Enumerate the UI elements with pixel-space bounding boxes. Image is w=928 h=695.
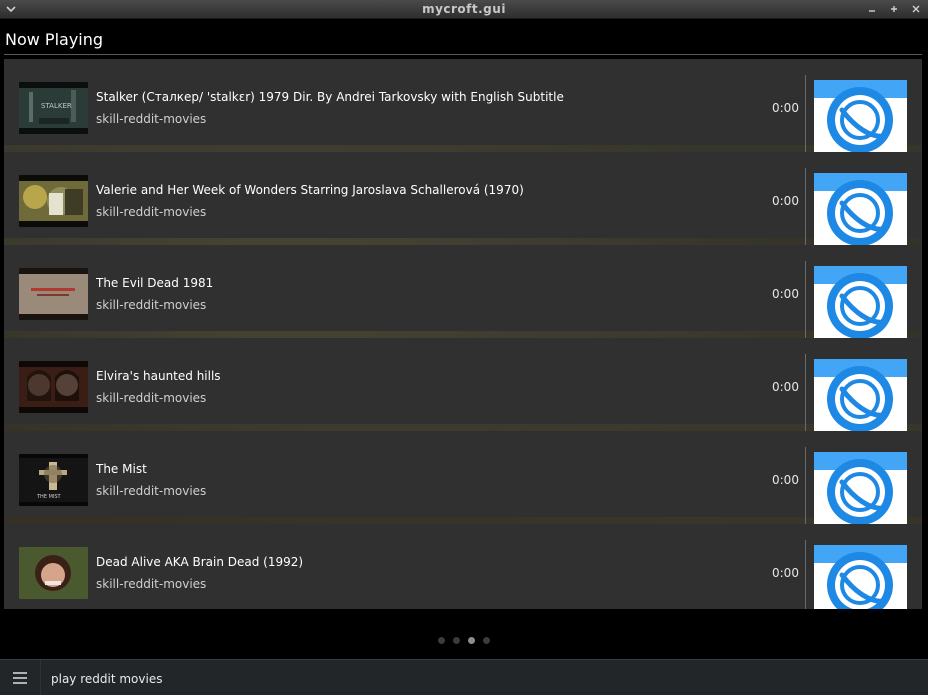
movie-thumbnail: STALKER <box>19 82 88 134</box>
playlist-item[interactable]: The Evil Dead 1981 skill-reddit-movies 0… <box>4 245 922 341</box>
movie-title: Elvira's haunted hills <box>96 369 221 383</box>
maximize-icon[interactable] <box>886 2 902 16</box>
movie-source: skill-reddit-movies <box>96 298 207 312</box>
reddit-planet-icon <box>814 266 907 338</box>
movie-thumbnail: THE MIST <box>19 454 88 506</box>
thumbnail-caption: STALKER <box>41 102 72 110</box>
movie-source: skill-reddit-movies <box>96 391 207 405</box>
hamburger-icon[interactable] <box>0 660 40 695</box>
page-title: Now Playing <box>5 30 104 49</box>
row-divider <box>805 75 806 155</box>
movie-title: The Mist <box>96 462 147 476</box>
row-divider <box>805 168 806 248</box>
movie-title: Valerie and Her Week of Wonders Starring… <box>96 183 524 197</box>
movie-duration: 0:00 <box>772 194 799 208</box>
movie-source: skill-reddit-movies <box>96 205 207 219</box>
movie-title: Dead Alive AKA Brain Dead (1992) <box>96 555 304 569</box>
page-indicator[interactable] <box>438 637 490 644</box>
movie-thumbnail <box>19 547 88 599</box>
movie-title: Stalker (Сталкер/ 'stalkɛr) 1979 Dir. By… <box>96 90 564 104</box>
playlist-item[interactable]: THE MIST The Mist skill-reddit-movies 0:… <box>4 431 922 527</box>
reddit-planet-icon <box>814 545 907 609</box>
row-divider <box>805 354 806 434</box>
header-divider <box>4 54 922 55</box>
movie-source: skill-reddit-movies <box>96 484 207 498</box>
page-dot-active[interactable] <box>468 637 475 644</box>
movie-thumbnail <box>19 268 88 320</box>
thumbnail-caption: THE MIST <box>36 494 62 500</box>
playlist-item[interactable]: Dead Alive AKA Brain Dead (1992) skill-r… <box>4 524 922 609</box>
reddit-planet-icon <box>814 452 907 524</box>
window-titlebar: mycroft.gui <box>0 0 928 19</box>
movie-duration: 0:00 <box>772 473 799 487</box>
movie-source: skill-reddit-movies <box>96 112 207 126</box>
close-icon[interactable] <box>908 2 924 16</box>
window-title: mycroft.gui <box>422 2 506 16</box>
movie-duration: 0:00 <box>772 380 799 394</box>
playlist-item[interactable]: STALKER Stalker (Сталкер/ 'stalkɛr) 1979… <box>4 59 922 155</box>
movie-source: skill-reddit-movies <box>96 577 207 591</box>
page-dot[interactable] <box>438 637 445 644</box>
movie-duration: 0:00 <box>772 287 799 301</box>
bottom-bar: play reddit movies <box>0 659 928 695</box>
page-dot[interactable] <box>453 637 460 644</box>
reddit-planet-icon <box>814 359 907 431</box>
reddit-planet-icon <box>814 173 907 245</box>
row-divider <box>805 261 806 341</box>
movie-thumbnail <box>19 175 88 227</box>
playlist-item[interactable]: Elvira's haunted hills skill-reddit-movi… <box>4 338 922 434</box>
now-playing-header: Now Playing <box>0 20 928 56</box>
bottom-bar-separator <box>40 660 41 695</box>
last-utterance: play reddit movies <box>51 672 163 686</box>
minimize-icon[interactable] <box>864 2 880 16</box>
reddit-planet-icon <box>814 80 907 152</box>
movie-duration: 0:00 <box>772 101 799 115</box>
movie-title: The Evil Dead 1981 <box>96 276 214 290</box>
row-divider <box>805 540 806 609</box>
row-divider <box>805 447 806 527</box>
playlist-item[interactable]: Valerie and Her Week of Wonders Starring… <box>4 152 922 248</box>
playlist[interactable]: STALKER Stalker (Сталкер/ 'stalkɛr) 1979… <box>4 59 922 609</box>
movie-duration: 0:00 <box>772 566 799 580</box>
page-dot[interactable] <box>483 637 490 644</box>
movie-thumbnail <box>19 361 88 413</box>
